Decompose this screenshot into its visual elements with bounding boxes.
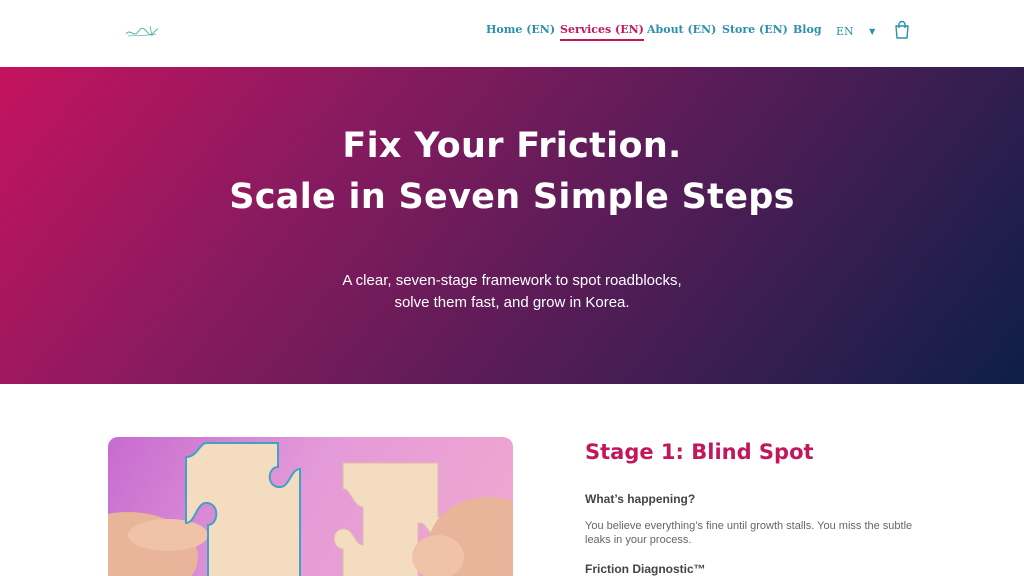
shopping-bag-icon[interactable] bbox=[893, 20, 911, 40]
site-logo[interactable] bbox=[122, 20, 162, 42]
stage-title: Stage 1: Blind Spot bbox=[585, 440, 814, 464]
nav-about[interactable]: About (EN) bbox=[647, 23, 716, 36]
caret-down-icon: ▼ bbox=[869, 27, 876, 36]
hero-subtitle-line2: solve them fast, and grow in Korea. bbox=[394, 294, 630, 311]
site-header: Home (EN) Services (EN) About (EN) Store… bbox=[0, 0, 1024, 67]
friction-diagnostic-label: Friction Diagnostic™ bbox=[585, 562, 706, 576]
nav-services-label: Services (EN) bbox=[560, 23, 644, 36]
hero-title-line1: Fix Your Friction. bbox=[342, 126, 682, 166]
hero-subtitle-line1: A clear, seven-stage framework to spot r… bbox=[342, 272, 682, 289]
question-label: What’s happening? bbox=[585, 492, 696, 506]
nav-blog[interactable]: Blog bbox=[793, 23, 822, 36]
nav-store[interactable]: Store (EN) bbox=[722, 23, 788, 36]
language-selector[interactable]: EN ▼ bbox=[836, 25, 875, 38]
hero-title-line2: Scale in Seven Simple Steps bbox=[229, 177, 795, 217]
puzzle-image bbox=[108, 437, 513, 576]
stage-description: You believe everything’s fine until grow… bbox=[585, 520, 913, 546]
language-label: EN bbox=[836, 25, 854, 38]
nav-home[interactable]: Home (EN) bbox=[486, 23, 555, 36]
hero-banner: Fix Your Friction. Scale in Seven Simple… bbox=[0, 67, 1024, 384]
active-underline bbox=[560, 39, 644, 41]
puzzle-illustration bbox=[108, 441, 513, 576]
nav-services[interactable]: Services (EN) bbox=[560, 23, 644, 41]
